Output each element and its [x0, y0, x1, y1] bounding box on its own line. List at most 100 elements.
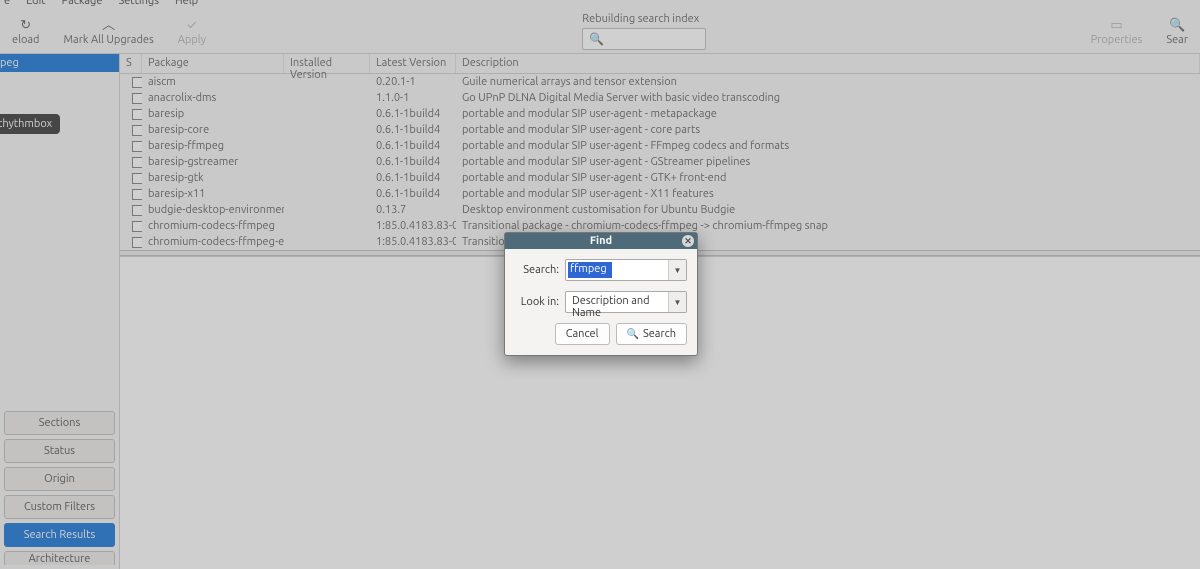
package-checkbox[interactable]	[132, 77, 142, 88]
cell-description: Guile numerical arrays and tensor extens…	[456, 76, 1200, 88]
col-package[interactable]: Package	[142, 54, 284, 73]
reload-button[interactable]: ↻ eload	[0, 10, 51, 53]
table-row[interactable]: baresip-core0.6.1-1build4portable and mo…	[120, 122, 1200, 138]
check-icon: ✓	[187, 19, 196, 32]
menu-bar[interactable]: e Edit Package Settings Help	[0, 0, 1200, 10]
cell-package: anacrolix-dms	[142, 92, 284, 104]
sections-tab[interactable]: Sections	[4, 411, 115, 435]
package-checkbox[interactable]	[132, 221, 142, 232]
cell-description: Desktop environment customisation for Ub…	[456, 204, 1200, 216]
cell-description: portable and modular SIP user-agent - FF…	[456, 140, 1200, 152]
cancel-button[interactable]: Cancel	[555, 323, 610, 345]
cell-latest: 1:85.0.4183.83-0ub	[370, 236, 456, 248]
menu-edit[interactable]: Edit	[26, 0, 46, 7]
cell-package: baresip-x11	[142, 188, 284, 200]
col-description[interactable]: Description	[456, 54, 1200, 73]
table-body[interactable]: aiscm 0.20.1-1Guile numerical arrays and …	[120, 74, 1200, 250]
cell-package: baresip-core	[142, 124, 284, 136]
origin-tab[interactable]: Origin	[4, 467, 115, 491]
package-checkbox[interactable]	[132, 157, 142, 168]
cell-latest: 0.13.7	[370, 204, 456, 216]
package-checkbox[interactable]	[132, 93, 142, 104]
package-checkbox[interactable]	[132, 205, 142, 216]
table-row[interactable]: aiscm 0.20.1-1Guile numerical arrays and …	[120, 74, 1200, 90]
search-label: Search:	[515, 264, 559, 276]
search-results-tab[interactable]: Search Results	[4, 523, 115, 547]
search-label: Sear	[1166, 34, 1188, 46]
table-header: S Package Installed Version Latest Versi…	[120, 54, 1200, 74]
cell-latest: 0.6.1-1build4	[370, 172, 456, 184]
apply-button: ✓ Apply	[166, 10, 218, 53]
col-installed[interactable]: Installed Version	[284, 54, 370, 73]
dialog-title-bar[interactable]: Find ✕	[505, 233, 697, 249]
cell-description: portable and modular SIP user-agent - GS…	[456, 156, 1200, 168]
package-checkbox[interactable]	[132, 125, 142, 136]
cell-package: baresip-ffmpeg	[142, 140, 284, 152]
table-row[interactable]: baresip-x110.6.1-1build4portable and mod…	[120, 186, 1200, 202]
chevron-down-icon[interactable]: ▼	[668, 260, 686, 280]
lookin-combo[interactable]: Description and Name ▼	[565, 291, 687, 313]
table-row[interactable]: budgie-desktop-environment0.13.7Desktop …	[120, 202, 1200, 218]
cell-latest: 0.6.1-1build4	[370, 124, 456, 136]
reload-label: eload	[12, 34, 39, 46]
properties-button: ▭ Properties	[1079, 10, 1155, 53]
search-icon: 🔍	[589, 32, 604, 46]
status-text: Rebuilding search index	[582, 13, 699, 25]
menu-file[interactable]: e	[4, 0, 10, 7]
package-checkbox[interactable]	[132, 173, 142, 184]
close-icon[interactable]: ✕	[682, 235, 694, 247]
find-dialog: Find ✕ Search: ffmpeg ▼ Look in: Descrip…	[504, 232, 698, 356]
status-block: Rebuilding search index 🔍	[582, 13, 706, 50]
table-row[interactable]: baresip 0.6.1-1build4portable and modular…	[120, 106, 1200, 122]
toolbar: ↻ eload ︿ Mark All Upgrades ✓ Apply Rebu…	[0, 10, 1200, 54]
taskbar-chip[interactable]: thythmbox	[0, 114, 60, 134]
table-row[interactable]: baresip-ffmpeg 0.6.1-1build4portable and …	[120, 138, 1200, 154]
mark-label: Mark All Upgrades	[63, 34, 153, 46]
cell-latest: 0.6.1-1build4	[370, 108, 456, 120]
table-row[interactable]: baresip-gstreamer 0.6.1-1build4portable a…	[120, 154, 1200, 170]
package-checkbox[interactable]	[132, 141, 142, 152]
chevron-down-icon[interactable]: ▼	[668, 292, 686, 312]
cell-latest: 0.6.1-1build4	[370, 140, 456, 152]
custom-filters-tab[interactable]: Custom Filters	[4, 495, 115, 519]
table-row[interactable]: anacrolix-dms 1.1.0-1Go UPnP DLNA Digital…	[120, 90, 1200, 106]
menu-settings[interactable]: Settings	[118, 0, 159, 7]
package-checkbox[interactable]	[132, 109, 142, 120]
cell-description: portable and modular SIP user-agent - X1…	[456, 188, 1200, 200]
cell-latest: 0.6.1-1build4	[370, 156, 456, 168]
cell-package: chromium-codecs-ffmpeg	[142, 220, 284, 232]
cell-latest: 1.1.0-1	[370, 92, 456, 104]
cell-latest: 1:85.0.4183.83-0ub	[370, 220, 456, 232]
menu-package[interactable]: Package	[62, 0, 103, 7]
cell-description: Go UPnP DLNA Digital Media Server with b…	[456, 92, 1200, 104]
cell-description: portable and modular SIP user-agent - me…	[456, 108, 1200, 120]
menu-help[interactable]: Help	[175, 0, 198, 7]
cell-package: baresip	[142, 108, 284, 120]
mark-upgrades-button[interactable]: ︿ Mark All Upgrades	[51, 10, 165, 53]
col-latest[interactable]: Latest Version	[370, 54, 456, 73]
lookin-value: Description and Name	[566, 292, 668, 312]
search-button[interactable]: 🔍 Sear	[1154, 10, 1200, 53]
architecture-tab[interactable]: Architecture	[4, 551, 115, 565]
cell-package: aiscm	[142, 76, 284, 88]
cell-package: baresip-gstreamer	[142, 156, 284, 168]
cell-latest: 0.20.1-1	[370, 76, 456, 88]
search-icon: 🔍	[627, 328, 639, 340]
search-combo[interactable]: ffmpeg ▼	[565, 259, 687, 281]
status-tab[interactable]: Status	[4, 439, 115, 463]
search-icon: 🔍	[1169, 19, 1185, 32]
filter-input[interactable]: 🔍	[582, 28, 706, 50]
cell-description: Transitional package - chromium-codecs-f…	[456, 220, 1200, 232]
search-input[interactable]: ffmpeg	[566, 260, 668, 280]
search-term-row[interactable]: peg	[0, 54, 119, 72]
table-row[interactable]: baresip-gtk0.6.1-1build4portable and mod…	[120, 170, 1200, 186]
properties-icon: ▭	[1110, 19, 1122, 32]
package-checkbox[interactable]	[132, 189, 142, 200]
cell-package: baresip-gtk	[142, 172, 284, 184]
package-checkbox[interactable]	[132, 237, 142, 248]
search-go-button[interactable]: 🔍 Search	[616, 323, 688, 345]
col-status[interactable]: S	[120, 54, 142, 73]
dialog-title: Find	[590, 235, 612, 247]
cell-package: chromium-codecs-ffmpeg-extra	[142, 236, 284, 248]
properties-label: Properties	[1091, 34, 1143, 46]
